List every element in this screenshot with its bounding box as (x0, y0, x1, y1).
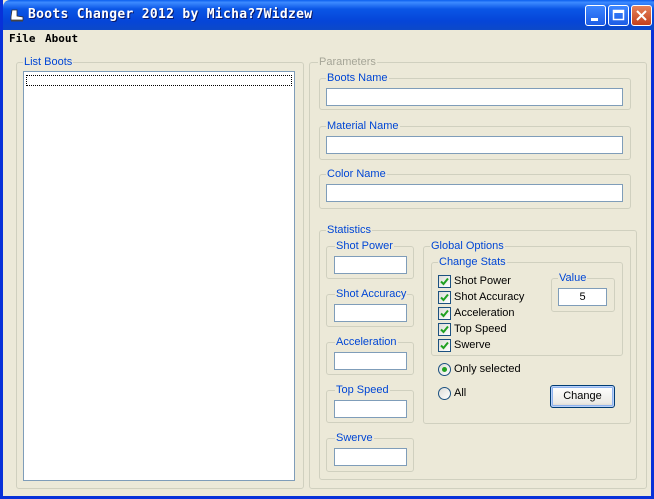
acceleration-input[interactable] (334, 352, 407, 370)
title-bar[interactable]: Boots Changer 2012 by Micha?7Widzew (3, 0, 654, 30)
radio-dot (442, 367, 447, 372)
shot-accuracy-input[interactable] (334, 304, 407, 322)
main-window: Boots Changer 2012 by Micha?7Widzew File… (0, 0, 654, 499)
boots-name-input[interactable] (326, 88, 623, 106)
checkbox[interactable] (438, 275, 451, 288)
checkmark-icon (440, 293, 449, 302)
check-label: Top Speed (454, 323, 507, 335)
close-icon (636, 10, 647, 21)
material-name-label: Material Name (326, 120, 400, 132)
checkbox[interactable] (438, 323, 451, 336)
checkbox[interactable] (438, 339, 451, 352)
menu-about[interactable]: About (45, 32, 78, 45)
checkmark-icon (440, 341, 449, 350)
check-label: Acceleration (454, 307, 515, 319)
check-label: Shot Power (454, 275, 511, 287)
global-options-label: Global Options (430, 240, 505, 252)
color-name-input[interactable] (326, 184, 623, 202)
check-label: Shot Accuracy (454, 291, 525, 303)
maximize-button[interactable] (608, 5, 629, 26)
minimize-icon (591, 18, 598, 21)
list-boots-label: List Boots (23, 56, 74, 68)
radio-button[interactable] (438, 387, 451, 400)
value-label: Value (558, 272, 588, 284)
boots-name-label: Boots Name (326, 72, 389, 84)
app-boot-icon (10, 9, 24, 22)
boots-listbox[interactable] (23, 71, 295, 481)
checkbox[interactable] (438, 291, 451, 304)
minimize-button[interactable] (585, 5, 606, 26)
shot-power-label: Shot Power (335, 240, 394, 252)
change-stats-label: Change Stats (438, 256, 507, 268)
swerve-input[interactable] (334, 448, 407, 466)
radio-label: All (454, 387, 467, 399)
radio-label: Only selected (454, 363, 521, 375)
checkmark-icon (440, 325, 449, 334)
top-speed-label: Top Speed (335, 384, 390, 396)
shot-power-input[interactable] (334, 256, 407, 274)
list-focus-rect (26, 75, 292, 86)
top-speed-input[interactable] (334, 400, 407, 418)
acceleration-label: Acceleration (335, 336, 398, 348)
change-button[interactable]: Change (550, 385, 615, 408)
checkmark-icon (440, 277, 449, 286)
value-input[interactable] (558, 288, 607, 306)
checkbox[interactable] (438, 307, 451, 320)
swerve-label: Swerve (335, 432, 374, 444)
menu-file[interactable]: File (9, 32, 36, 45)
statistics-label: Statistics (326, 224, 373, 236)
shot-accuracy-label: Shot Accuracy (335, 288, 408, 300)
radio-button[interactable] (438, 363, 451, 376)
close-button[interactable] (631, 5, 652, 26)
material-name-input[interactable] (326, 136, 623, 154)
maximize-icon (612, 9, 625, 21)
menu-bar: File About (3, 30, 651, 48)
parameters-label: Parameters (318, 56, 377, 68)
check-label: Swerve (454, 339, 491, 351)
window-title: Boots Changer 2012 by Micha?7Widzew (28, 7, 313, 22)
checkmark-icon (440, 309, 449, 318)
color-name-label: Color Name (326, 168, 387, 180)
